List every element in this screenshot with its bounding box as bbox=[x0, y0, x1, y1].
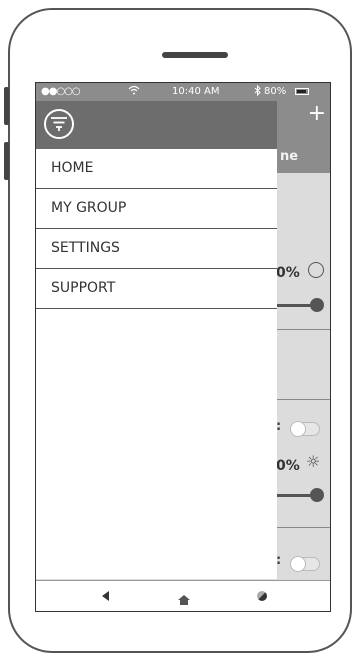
status-bar: ●●○○○ 10:40 AM 80% bbox=[36, 83, 330, 101]
back-icon[interactable] bbox=[102, 591, 109, 601]
system-nav-bar bbox=[36, 580, 330, 611]
power-toggle[interactable] bbox=[290, 421, 320, 437]
toggle-thumb bbox=[290, 556, 306, 572]
power-toggle[interactable] bbox=[290, 556, 320, 572]
recent-apps-icon[interactable] bbox=[257, 591, 267, 601]
divider bbox=[276, 527, 330, 528]
menu-item-my-group[interactable]: MY GROUP bbox=[36, 189, 277, 229]
device-screen: + ne 0% : 0% ☼ : ●●○○○ 10:40 AM 80% HOME… bbox=[35, 82, 331, 612]
speaker-grille bbox=[162, 52, 228, 58]
sun-icon: ☼ bbox=[306, 452, 321, 471]
wifi-icon bbox=[128, 85, 140, 98]
fan-slider-handle[interactable] bbox=[310, 298, 324, 312]
divider bbox=[276, 329, 330, 330]
divider bbox=[276, 399, 330, 400]
bluetooth-icon bbox=[254, 84, 261, 99]
drawer-header bbox=[36, 101, 277, 149]
fan-icon bbox=[308, 262, 324, 278]
menu-item-label: SUPPORT bbox=[51, 280, 116, 296]
menu-item-home[interactable]: HOME bbox=[36, 149, 277, 189]
menu-logo-icon[interactable] bbox=[44, 109, 74, 139]
battery-percentage: 80% bbox=[264, 86, 287, 97]
light-slider-handle[interactable] bbox=[310, 488, 324, 502]
home-icon[interactable] bbox=[178, 590, 190, 605]
header-title-fragment: ne bbox=[280, 149, 299, 164]
light-level-value: 0% bbox=[276, 458, 300, 474]
menu-item-label: SETTINGS bbox=[51, 240, 120, 256]
fan-level-value: 0% bbox=[276, 265, 300, 281]
volume-down-button bbox=[4, 142, 9, 180]
menu-item-support[interactable]: SUPPORT bbox=[36, 269, 277, 309]
menu-item-label: HOME bbox=[51, 160, 94, 176]
signal-strength: ●●○○○ bbox=[41, 86, 81, 97]
menu-item-label: MY GROUP bbox=[51, 200, 127, 216]
battery-icon bbox=[295, 88, 309, 95]
status-time: 10:40 AM bbox=[172, 86, 220, 97]
navigation-drawer: HOME MY GROUP SETTINGS SUPPORT bbox=[36, 101, 277, 579]
toggle-thumb bbox=[290, 421, 306, 437]
volume-up-button bbox=[4, 87, 9, 125]
plus-icon[interactable]: + bbox=[308, 103, 326, 125]
menu-item-settings[interactable]: SETTINGS bbox=[36, 229, 277, 269]
